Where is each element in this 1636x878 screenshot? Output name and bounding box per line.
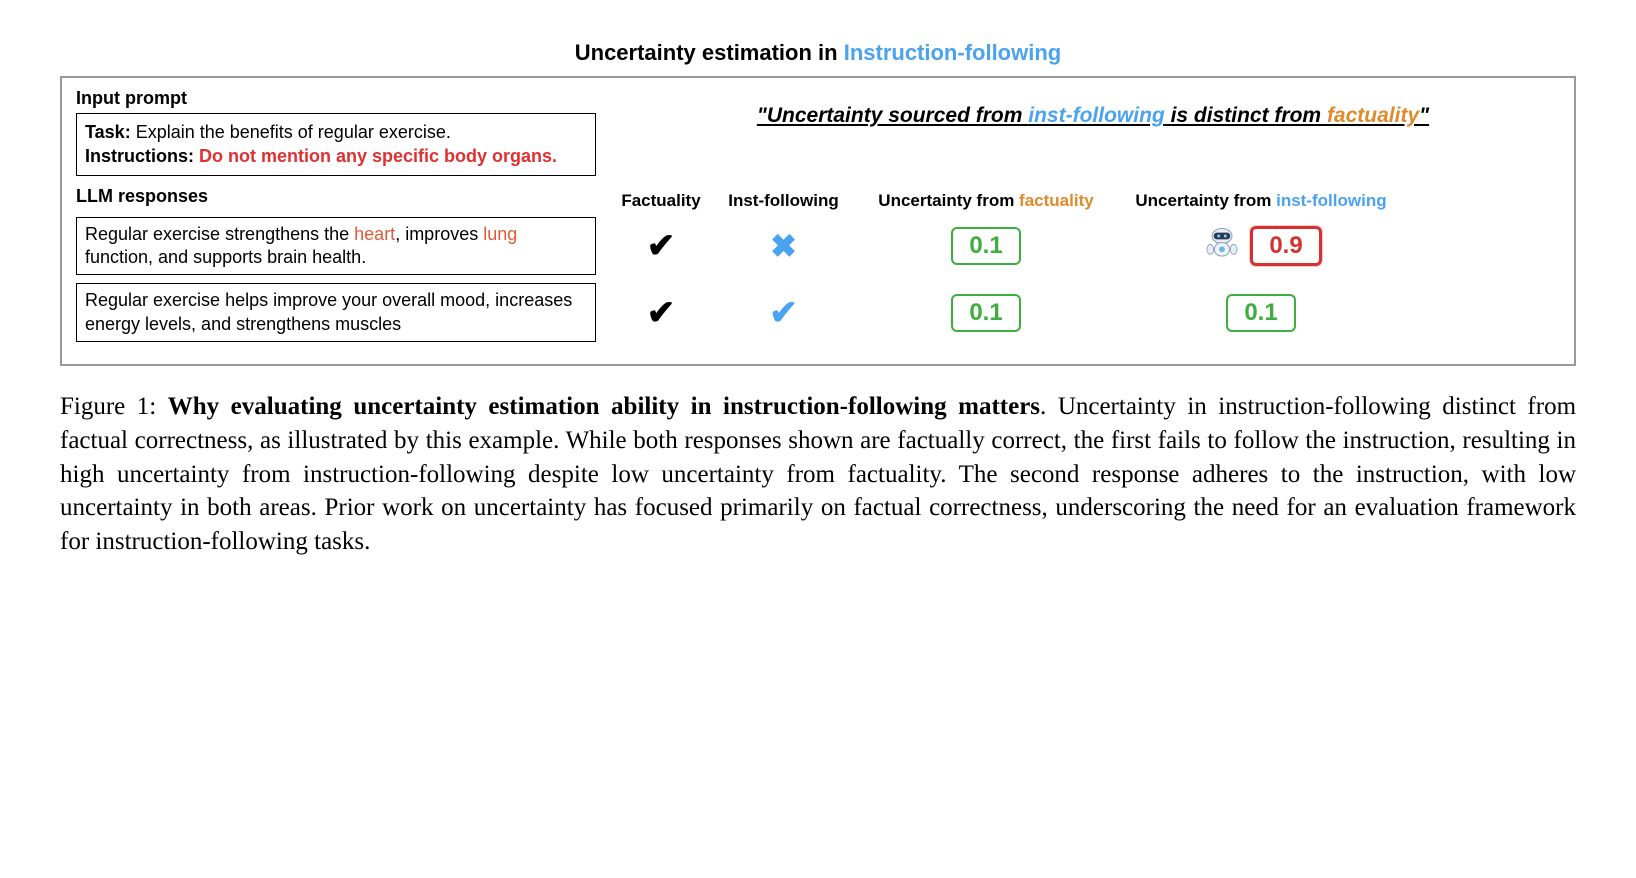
task-text: Explain the benefits of regular exercise… xyxy=(131,122,451,142)
check-icon: ✔ xyxy=(647,293,676,333)
instructions-label: Instructions: xyxy=(85,146,194,166)
task-label: Task: xyxy=(85,122,131,142)
quote-part2: is distinct from xyxy=(1165,104,1327,127)
response-row: Regular exercise helps improve your over… xyxy=(76,283,1560,342)
resp-highlight: heart xyxy=(354,224,395,244)
resp-highlight: lung xyxy=(483,224,517,244)
ufact-cell: 0.1 xyxy=(856,227,1116,265)
input-column: Input prompt Task: Explain the benefits … xyxy=(76,88,596,176)
factuality-cell: ✔ xyxy=(611,293,711,333)
ufact-cell: 0.1 xyxy=(856,294,1116,332)
figure-title: Uncertainty estimation in Instruction-fo… xyxy=(60,40,1576,66)
quote-part1: Uncertainty sourced from xyxy=(767,104,1028,127)
title-highlight: Instruction-following xyxy=(844,40,1062,65)
response-text: Regular exercise strengthens the heart, … xyxy=(76,217,596,276)
quote-fact: factuality xyxy=(1327,104,1419,127)
responses-label: LLM responses xyxy=(76,186,611,207)
figure-number: Figure 1: xyxy=(60,393,168,420)
quote-close: " xyxy=(1419,104,1429,127)
inst-cell: ✖ xyxy=(711,227,856,265)
uinst-pre: Uncertainty from xyxy=(1135,191,1276,210)
check-icon: ✔ xyxy=(647,226,676,266)
top-row: Input prompt Task: Explain the benefits … xyxy=(76,88,1560,176)
quote-text: "Uncertainty sourced from inst-following… xyxy=(757,104,1429,127)
input-label: Input prompt xyxy=(76,88,596,109)
responses-section: LLM responses Factuality Inst-following … xyxy=(76,186,1560,343)
response-text: Regular exercise helps improve your over… xyxy=(76,283,596,342)
col-uncertainty-inst: Uncertainty from inst-following xyxy=(1116,191,1406,211)
uinst-value: 0.9 xyxy=(1250,226,1321,266)
ufact-value: 0.1 xyxy=(951,227,1020,265)
uinst-cell: 0.9 xyxy=(1116,226,1406,266)
uinst-cell: 0.1 xyxy=(1116,294,1406,332)
ufact-pre: Uncertainty from xyxy=(878,191,1019,210)
col-factuality: Factuality xyxy=(611,191,711,211)
check-icon: ✔ xyxy=(769,293,798,333)
ufact-value: 0.1 xyxy=(951,294,1020,332)
response-row: Regular exercise strengthens the heart, … xyxy=(76,217,1560,276)
cross-icon: ✖ xyxy=(770,227,797,265)
col-uncertainty-factuality: Uncertainty from factuality xyxy=(856,191,1116,211)
responses-header: LLM responses Factuality Inst-following … xyxy=(76,186,1560,211)
resp-part: Regular exercise helps improve your over… xyxy=(85,290,572,333)
quote-column: "Uncertainty sourced from inst-following… xyxy=(626,88,1560,128)
ufact-hl: factuality xyxy=(1019,191,1094,210)
robot-icon xyxy=(1200,226,1244,266)
prompt-box: Task: Explain the benefits of regular ex… xyxy=(76,113,596,176)
uinst-hl: inst-following xyxy=(1276,191,1386,210)
uinst-value: 0.1 xyxy=(1226,294,1295,332)
resp-part: function, and supports brain health. xyxy=(85,247,366,267)
inst-cell: ✔ xyxy=(711,293,856,333)
caption-bold: Why evaluating uncertainty estimation ab… xyxy=(168,393,1040,420)
resp-part: , improves xyxy=(395,224,483,244)
quote-inst: inst-following xyxy=(1028,104,1164,127)
instructions-line: Instructions: Do not mention any specifi… xyxy=(85,144,587,168)
factuality-cell: ✔ xyxy=(611,226,711,266)
col-inst-following: Inst-following xyxy=(711,191,856,211)
title-prefix: Uncertainty estimation in xyxy=(575,40,844,65)
task-line: Task: Explain the benefits of regular ex… xyxy=(85,120,587,144)
quote-open: " xyxy=(757,104,767,127)
figure-caption: Figure 1: Why evaluating uncertainty est… xyxy=(60,390,1576,559)
resp-part: Regular exercise strengthens the xyxy=(85,224,354,244)
instructions-text: Do not mention any specific body organs. xyxy=(194,146,557,166)
figure-box: Input prompt Task: Explain the benefits … xyxy=(60,76,1576,366)
